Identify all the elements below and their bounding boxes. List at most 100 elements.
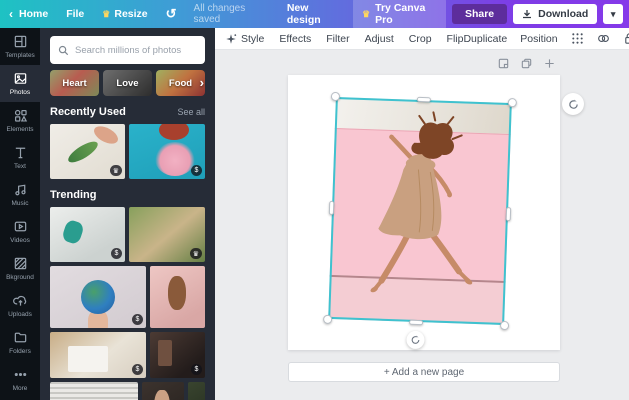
adjust-button[interactable]: Adjust bbox=[365, 33, 394, 45]
rotate-handle[interactable] bbox=[406, 330, 425, 350]
resize-handle-left[interactable] bbox=[328, 200, 335, 215]
photo-thumb-coffee-machine[interactable]: $ bbox=[150, 332, 205, 378]
file-menu[interactable]: File bbox=[57, 0, 93, 28]
sidebar-item-label: Elements bbox=[6, 126, 34, 133]
resize-handle-bottom-right[interactable] bbox=[499, 320, 510, 331]
undo-icon: ↺ bbox=[165, 6, 177, 21]
share-button[interactable]: Share bbox=[451, 4, 508, 24]
sidebar-item-uploads[interactable]: Uploads bbox=[0, 287, 40, 324]
link-icon[interactable] bbox=[597, 32, 610, 45]
categories-scroll-chevron[interactable]: › bbox=[200, 75, 204, 90]
photo-thumb-chef-portrait[interactable] bbox=[142, 382, 184, 400]
effects-button[interactable]: Effects bbox=[279, 33, 311, 45]
resize-handle-bottom-left[interactable] bbox=[323, 314, 333, 324]
category-chip-heart[interactable]: Heart bbox=[50, 70, 99, 96]
more-icon bbox=[14, 372, 26, 377]
download-button[interactable]: Download bbox=[513, 4, 598, 24]
sidebar-item-background[interactable]: Bkground bbox=[0, 250, 40, 287]
elements-icon bbox=[14, 109, 27, 122]
background-icon bbox=[14, 257, 26, 270]
download-options-caret[interactable]: ▾ bbox=[603, 4, 623, 24]
recently-used-title: Recently Used bbox=[50, 106, 126, 118]
style-button[interactable]: Style bbox=[225, 33, 264, 45]
sidebar-item-label: Templates bbox=[5, 52, 35, 59]
photo-search-box[interactable] bbox=[50, 36, 205, 64]
search-icon bbox=[58, 45, 69, 55]
design-canvas[interactable]: + Add a new page bbox=[215, 50, 629, 400]
photo-thumb-white-shutters[interactable] bbox=[50, 382, 138, 400]
try-canva-pro-button[interactable]: ♛ Try Canva Pro bbox=[353, 0, 446, 30]
paid-badge: $ bbox=[132, 364, 143, 375]
selected-image[interactable] bbox=[323, 91, 517, 350]
transparency-icon[interactable] bbox=[571, 32, 584, 45]
filter-button[interactable]: Filter bbox=[326, 33, 349, 45]
back-chevron-icon: ‹ bbox=[9, 7, 13, 21]
file-label: File bbox=[66, 8, 85, 20]
sidebar-item-more[interactable]: More bbox=[0, 361, 40, 398]
folders-icon bbox=[14, 332, 26, 343]
category-chip-love[interactable]: Love bbox=[103, 70, 152, 96]
photo-thumb-home-workout[interactable]: $ bbox=[50, 207, 125, 262]
photo-thumb-dark-plants[interactable] bbox=[188, 382, 205, 400]
sidebar-item-videos[interactable]: Videos bbox=[0, 213, 40, 250]
crop-button[interactable]: Crop bbox=[409, 33, 432, 45]
lock-icon[interactable] bbox=[623, 32, 629, 45]
photo-thumb-flowers-portrait[interactable]: $ bbox=[129, 124, 205, 179]
image-toolbar: Style Effects Filter Adjust Crop Flip Du… bbox=[215, 28, 629, 50]
pro-badge: ♛ bbox=[189, 248, 202, 259]
paid-badge: $ bbox=[191, 165, 202, 176]
sidebar-item-elements[interactable]: Elements bbox=[0, 102, 40, 139]
paid-badge: $ bbox=[191, 364, 202, 375]
sidebar-item-label: Bkground bbox=[6, 274, 34, 281]
sidebar-item-label: Videos bbox=[10, 237, 30, 244]
photo-thumb-girl-pink-wall[interactable] bbox=[150, 266, 205, 328]
chevron-down-icon: ▾ bbox=[610, 8, 616, 19]
sidebar-item-folders[interactable]: Folders bbox=[0, 324, 40, 361]
text-icon bbox=[15, 147, 25, 159]
flip-button[interactable]: Flip bbox=[447, 33, 464, 45]
page-action-icons bbox=[497, 57, 556, 70]
style-label: Style bbox=[241, 32, 265, 45]
sidebar-item-label: Folders bbox=[9, 348, 31, 355]
crown-icon: ♛ bbox=[362, 8, 371, 19]
position-button[interactable]: Position bbox=[520, 33, 557, 45]
see-all-link[interactable]: See all bbox=[177, 107, 205, 117]
sidebar-item-label: Text bbox=[14, 163, 26, 170]
sidebar-item-label: Music bbox=[11, 200, 29, 207]
home-button[interactable]: ‹ Home bbox=[0, 0, 57, 28]
category-label: Food bbox=[168, 77, 193, 89]
resize-handle-top-right[interactable] bbox=[507, 98, 517, 108]
sidebar-item-label: Uploads bbox=[8, 311, 32, 318]
sidebar-item-templates[interactable]: Templates bbox=[0, 28, 40, 65]
category-chip-food[interactable]: Food bbox=[156, 70, 205, 96]
resize-menu[interactable]: ♛ Resize bbox=[93, 0, 156, 28]
photo-thumb-hands-globe[interactable]: $ bbox=[50, 266, 146, 328]
sidebar-item-text[interactable]: Text bbox=[0, 139, 40, 176]
duplicate-page-icon[interactable] bbox=[520, 57, 533, 70]
sidebar-item-label: More bbox=[12, 385, 28, 392]
photo-thumb-kitchen-sink[interactable]: $ bbox=[50, 332, 146, 378]
add-page-icon[interactable] bbox=[543, 57, 556, 70]
design-page[interactable] bbox=[288, 75, 560, 350]
download-icon bbox=[523, 10, 532, 19]
photos-panel: Heart Love Food › Recently Used See all … bbox=[40, 28, 215, 400]
search-input[interactable] bbox=[75, 44, 197, 56]
photo-categories: Heart Love Food › bbox=[50, 70, 205, 96]
undo-button[interactable]: ↺ bbox=[157, 0, 186, 28]
duplicate-button[interactable]: Duplicate bbox=[463, 33, 507, 45]
resize-handle-bottom[interactable] bbox=[409, 319, 424, 326]
photo-thumb-garden-dinner[interactable]: ♛ bbox=[129, 207, 205, 262]
resize-handle-top[interactable] bbox=[416, 96, 431, 103]
photo-thumb-fern-in-hand[interactable]: ♛ bbox=[50, 124, 125, 179]
resize-handle-right[interactable] bbox=[505, 207, 512, 222]
sidebar-item-music[interactable]: Music bbox=[0, 176, 40, 213]
templates-icon bbox=[14, 35, 26, 48]
new-design-button[interactable]: New design bbox=[279, 2, 347, 26]
notes-icon[interactable] bbox=[497, 57, 510, 70]
add-new-page-button[interactable]: + Add a new page bbox=[288, 362, 560, 382]
redo-history-button[interactable] bbox=[562, 93, 584, 115]
photos-icon bbox=[14, 73, 26, 84]
sidebar-item-photos[interactable]: Photos bbox=[0, 65, 40, 102]
paid-badge: $ bbox=[132, 314, 143, 325]
paid-badge: $ bbox=[111, 248, 122, 259]
